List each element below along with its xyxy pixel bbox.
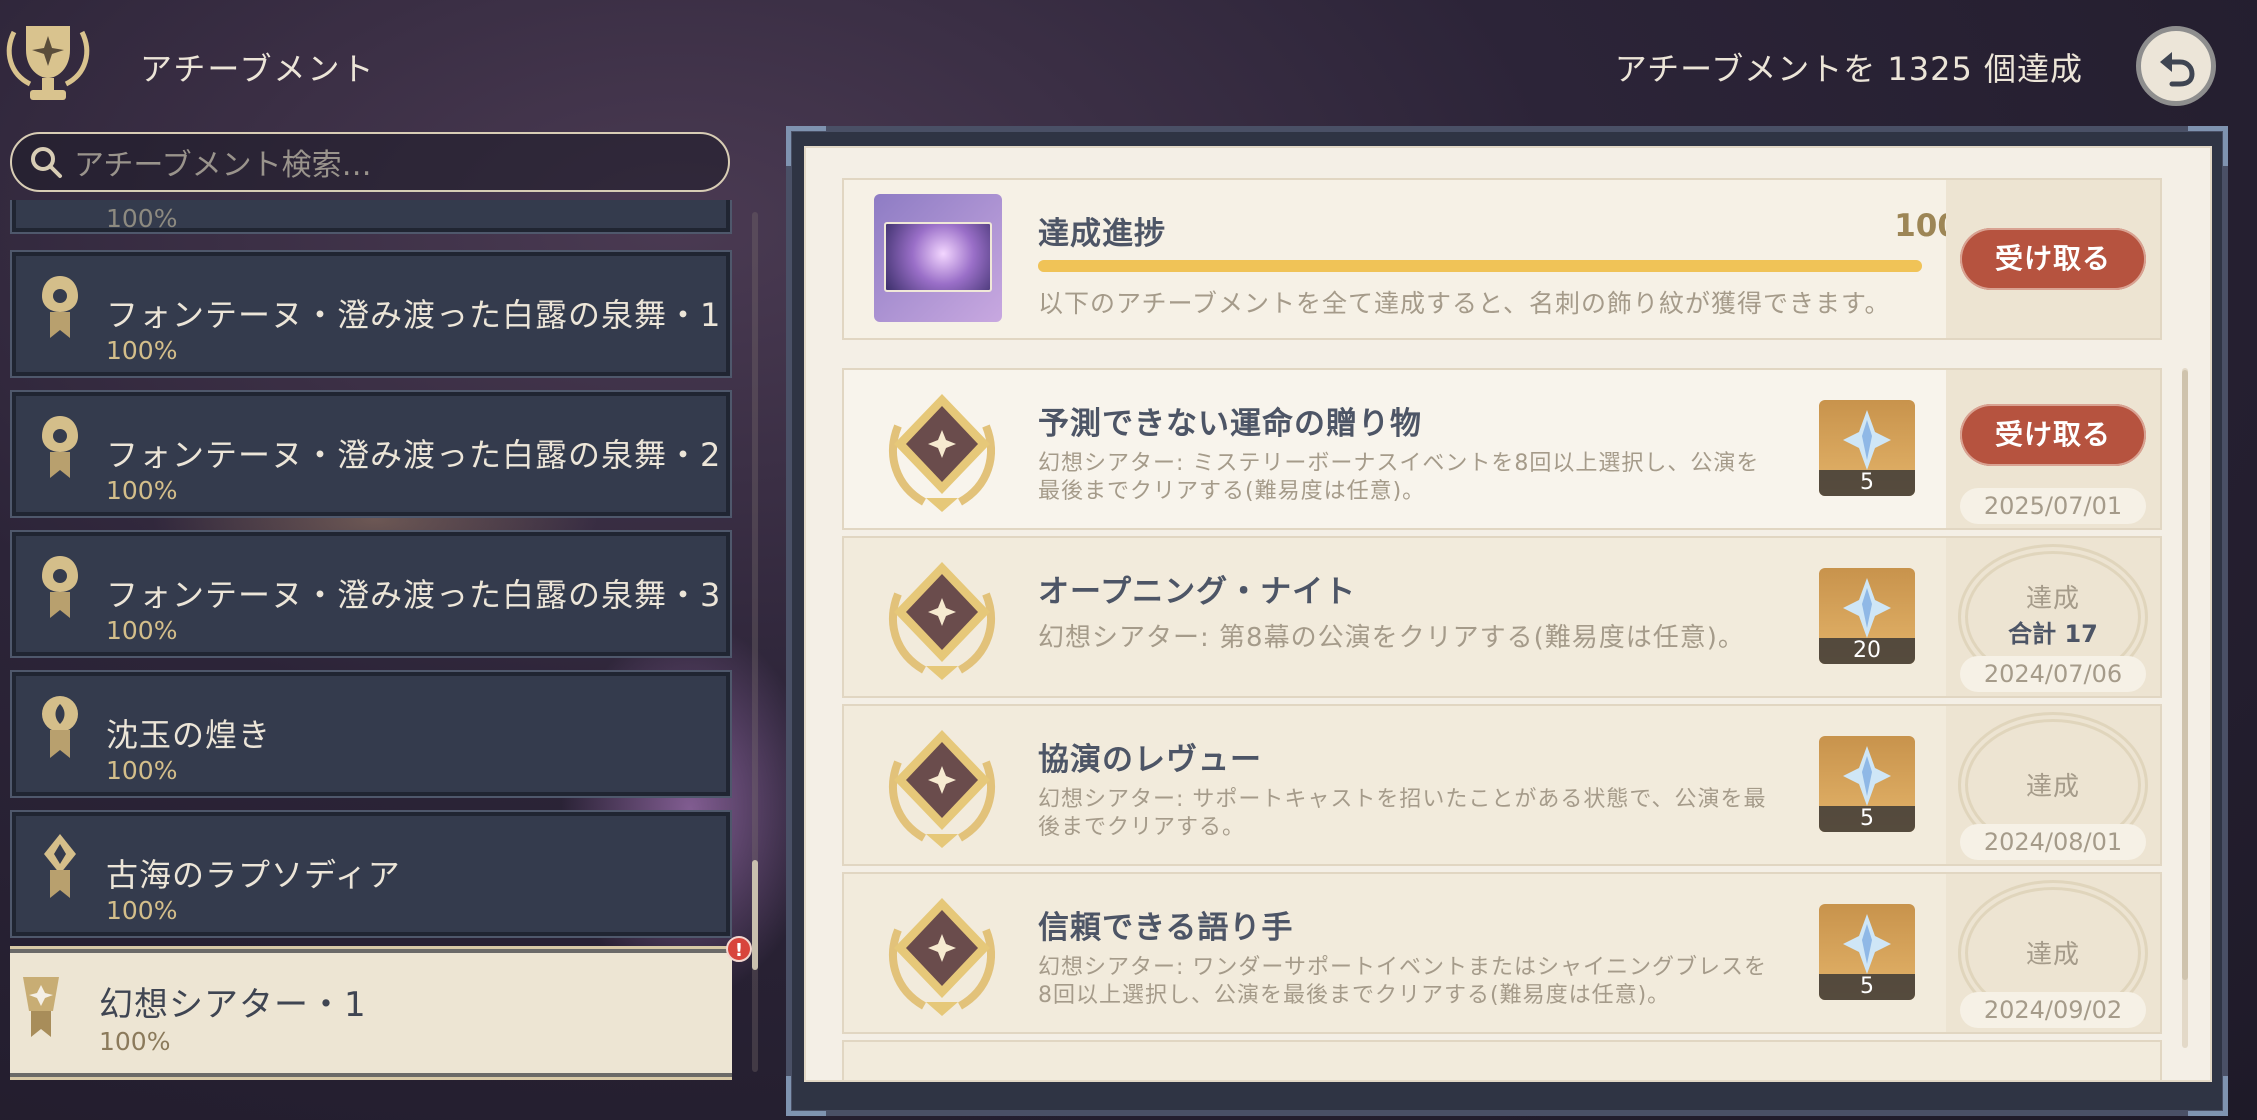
category-emblem-icon: [44, 834, 76, 898]
achievement-date: 2024/07/06: [1960, 656, 2146, 692]
category-emblem-icon: [42, 416, 78, 478]
category-item[interactable]: フォンテーヌ・澄み渡った白露の泉舞・1 100%: [10, 250, 732, 378]
namecard-thumbnail: [874, 194, 1002, 322]
category-emblem-icon: [42, 276, 78, 338]
category-name: フォンテーヌ・澄み渡った白露の泉舞・2: [106, 436, 722, 474]
back-button[interactable]: [2136, 26, 2216, 106]
category-percent: 100%: [106, 204, 178, 233]
achievement-status-column: 達成 合計 17 2024/07/06: [1946, 538, 2160, 696]
category-item[interactable]: 古海のラプソディア 100%: [10, 810, 732, 938]
achievement-scrollbar-thumb[interactable]: [2182, 370, 2188, 980]
category-item[interactable]: フォンテーヌ・澄み渡った白露の泉舞・2 100%: [10, 390, 732, 518]
progress-bar: [1038, 260, 1922, 272]
primogem-icon: [1843, 914, 1891, 974]
category-name: 古海のラプソディア: [106, 856, 401, 894]
achievement-description: 幻想シアター: サポートキャストを招いたことがある状態で、公演を最後までクリアす…: [1038, 787, 1767, 840]
category-emblem-icon: [42, 556, 78, 618]
achievement-title: 予測できない運命の贈り物: [1038, 406, 1422, 442]
achievement-medal-icon: [889, 394, 995, 512]
reward-count: 5: [1819, 470, 1915, 496]
category-percent: 100%: [106, 896, 178, 925]
primogem-icon: [1843, 578, 1891, 638]
primogem-icon: [1843, 410, 1891, 470]
frame-corner-ornament: [2188, 1076, 2228, 1116]
achievement-description: 幻想シアター: ミステリーボーナスイベントを8回以上選択し、公演を最後までクリア…: [1038, 451, 1760, 504]
category-percent: 100%: [99, 1027, 171, 1056]
achievement-title: 協演のレヴュー: [1038, 742, 1262, 778]
achievement-medal-icon: [889, 730, 995, 848]
reward-item[interactable]: 5: [1819, 400, 1915, 496]
category-name: 幻想シアター・1: [99, 985, 367, 1025]
achievement-row: [842, 1040, 2162, 1080]
category-item[interactable]: フォンテーヌ・澄み渡った白露の泉舞・3 100%: [10, 530, 732, 658]
status-text: 達成: [2025, 772, 2080, 802]
achievement-row: 予測できない運命の贈り物 幻想シアター: ミステリーボーナスイベントを8回以上選…: [842, 368, 2162, 530]
category-item[interactable]: 沈玉の煌き 100%: [10, 670, 732, 798]
progress-action-column: 受け取る: [1946, 180, 2160, 338]
category-emblem-icon: [42, 696, 78, 758]
trophy-icon: [0, 12, 96, 112]
achievement-status-column: 達成 2024/08/01: [1946, 706, 2160, 864]
achievement-detail-panel: 達成進捗 100% 以下のアチーブメントを全て達成すると、名刺の飾り紋が獲得でき…: [806, 148, 2210, 1080]
status-text: 達成: [2025, 940, 2080, 970]
search-input[interactable]: アチーブメント検索…: [10, 132, 730, 192]
category-percent: 100%: [106, 756, 178, 785]
category-name: フォンテーヌ・澄み渡った白露の泉舞・1: [106, 296, 722, 334]
achievement-count: アチーブメントを 1325 個達成: [1614, 50, 2083, 88]
achievement-row: 協演のレヴュー 幻想シアター: サポートキャストを招いたことがある状態で、公演を…: [842, 704, 2162, 866]
category-percent: 100%: [106, 476, 178, 505]
reward-item[interactable]: 5: [1819, 736, 1915, 832]
achievement-title: オープニング・ナイト: [1038, 574, 1357, 610]
reward-count: 5: [1819, 806, 1915, 832]
achievement-list: 予測できない運命の贈り物 幻想シアター: ミステリーボーナスイベントを8回以上選…: [842, 368, 2162, 1080]
claim-button[interactable]: 受け取る: [1960, 228, 2146, 290]
theater-emblem-icon: [23, 977, 59, 1037]
progress-bar-fill: [1038, 260, 1922, 272]
achievement-description: 幻想シアター: ワンダーサポートイベントまたはシャイニングブレスを8回以上選択し…: [1038, 955, 1767, 1008]
reward-item[interactable]: 20: [1819, 568, 1915, 664]
progress-description: 以下のアチーブメントを全て達成すると、名刺の飾り紋が獲得できます。: [1038, 289, 1891, 318]
achievement-status-column: 達成 2024/09/02: [1946, 874, 2160, 1032]
category-scrollbar-thumb[interactable]: [752, 860, 758, 970]
search-icon: [31, 147, 62, 178]
claim-button[interactable]: 受け取る: [1960, 404, 2146, 466]
achievement-date: 2024/09/02: [1960, 992, 2146, 1028]
achievement-row: 信頼できる語り手 幻想シアター: ワンダーサポートイベントまたはシャイニングブレ…: [842, 872, 2162, 1034]
status-text: 達成: [2025, 584, 2080, 614]
page-title: アチーブメント: [140, 50, 376, 88]
progress-total: 合計 17: [2008, 620, 2098, 648]
new-alert-badge: !: [726, 936, 752, 962]
primogem-icon: [1843, 746, 1891, 806]
reward-item[interactable]: 5: [1819, 904, 1915, 1000]
frame-corner-ornament: [786, 1076, 826, 1116]
search-placeholder: アチーブメント検索…: [74, 148, 372, 183]
category-list: 100% フォンテーヌ・澄み渡った白露の泉舞・1 100% フォンテーヌ・澄み渡…: [10, 200, 732, 1100]
reward-count: 5: [1819, 974, 1915, 1000]
category-name: フォンテーヌ・澄み渡った白露の泉舞・3: [106, 576, 722, 614]
reward-count: 20: [1819, 638, 1915, 664]
completion-progress-card: 達成進捗 100% 以下のアチーブメントを全て達成すると、名刺の飾り紋が獲得でき…: [842, 178, 2162, 340]
achievement-date: 2024/08/01: [1960, 824, 2146, 860]
achievement-medal-icon: [889, 562, 995, 680]
progress-title: 達成進捗: [1038, 216, 1166, 252]
back-arrow-icon: [2160, 52, 2195, 87]
category-item-selected[interactable]: 幻想シアター・1 100%: [10, 946, 732, 1080]
achievement-medal-icon: [889, 898, 995, 1016]
category-percent: 100%: [106, 336, 178, 365]
category-name: 沈玉の煌き: [106, 716, 272, 754]
achievement-row: オープニング・ナイト 幻想シアター: 第8幕の公演をクリアする(難易度は任意)。…: [842, 536, 2162, 698]
category-item[interactable]: 100%: [10, 200, 732, 234]
category-percent: 100%: [106, 616, 178, 645]
achievement-status-column: 受け取る 2025/07/01: [1946, 370, 2160, 528]
achievement-title: 信頼できる語り手: [1038, 910, 1294, 946]
achievement-date: 2025/07/01: [1960, 488, 2146, 524]
achievement-description: 幻想シアター: 第8幕の公演をクリアする(難易度は任意)。: [1038, 623, 1745, 653]
